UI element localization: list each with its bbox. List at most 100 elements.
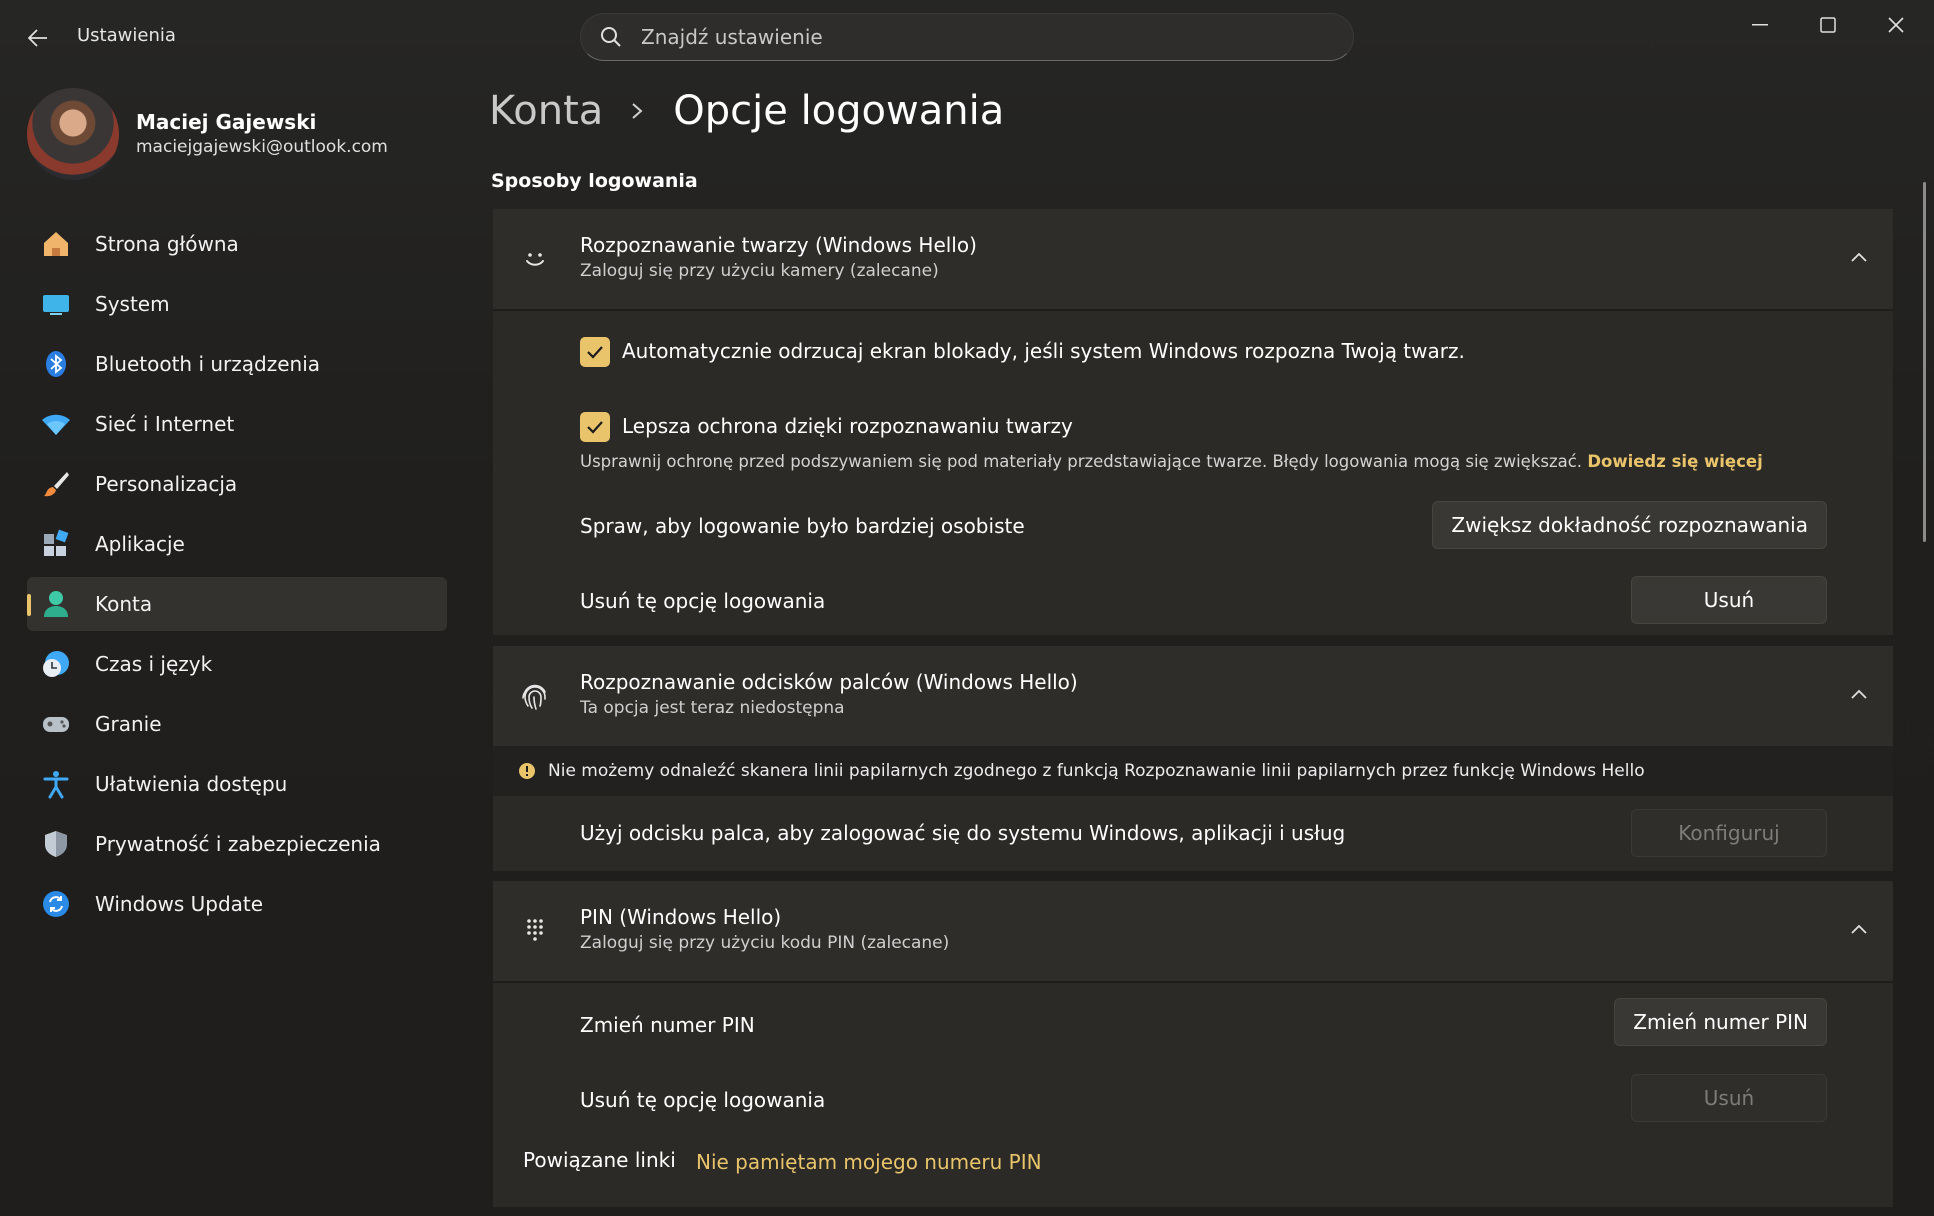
active-indicator (27, 594, 31, 616)
sidebar-item-privacy[interactable]: Prywatność i zabezpieczenia (27, 817, 447, 871)
search-box[interactable] (580, 13, 1354, 61)
remove-face-label: Usuń tę opcję logowania (580, 589, 826, 613)
scrollbar[interactable] (1923, 182, 1926, 542)
auto-dismiss-checkbox[interactable] (580, 337, 610, 367)
related-links-label: Powiązane linki (523, 1148, 676, 1172)
enhanced-protection-hint: Usprawnij ochronę przed podszywaniem się… (580, 452, 1763, 471)
sidebar-item-personalization[interactable]: Personalizacja (27, 457, 447, 511)
chevron-up-icon[interactable] (1849, 686, 1869, 702)
face-recognition-card: Rozpoznawanie twarzy (Windows Hello) Zal… (493, 209, 1893, 635)
breadcrumb-parent[interactable]: Konta (489, 88, 603, 134)
change-pin-button[interactable]: Zmień numer PIN (1614, 998, 1827, 1046)
pin-title: PIN (Windows Hello) (580, 905, 782, 929)
enhanced-protection-hint-text: Usprawnij ochronę przed podszywaniem się… (580, 452, 1583, 471)
sidebar-item-label: Strona główna (95, 232, 239, 256)
fingerprint-use-label: Użyj odcisku palca, aby zalogować się do… (580, 821, 1346, 845)
sidebar-item-label: System (95, 292, 170, 316)
page-title: Opcje logowania (673, 88, 1005, 134)
sidebar-item-label: Aplikacje (95, 532, 185, 556)
checkmark-icon (587, 421, 603, 434)
change-pin-label: Zmień numer PIN (580, 1013, 755, 1037)
sidebar-item-gaming[interactable]: Granie (27, 697, 447, 751)
sidebar-item-apps[interactable]: Aplikacje (27, 517, 447, 571)
pin-card: PIN (Windows Hello) Zaloguj się przy uży… (493, 881, 1893, 1207)
sidebar-item-label: Konta (95, 592, 153, 616)
sidebar-item-time-language[interactable]: Czas i język (27, 637, 447, 691)
sidebar-item-label: Bluetooth i urządzenia (95, 352, 320, 376)
fingerprint-header[interactable]: Rozpoznawanie odcisków palców (Windows H… (493, 646, 1893, 746)
wifi-icon (40, 408, 72, 440)
section-title: Sposoby logowania (491, 170, 698, 192)
title-bar: Ustawienia (0, 0, 1934, 74)
fingerprint-icon (522, 684, 546, 710)
sidebar-item-accounts[interactable]: Konta (27, 577, 447, 631)
sidebar-item-label: Czas i język (95, 652, 213, 676)
search-icon (601, 27, 621, 47)
account-icon (40, 588, 72, 620)
sidebar-item-accessibility[interactable]: Ułatwienia dostępu (27, 757, 447, 811)
update-icon (40, 888, 72, 920)
bluetooth-icon (40, 348, 72, 380)
search-input[interactable] (641, 25, 1321, 49)
fingerprint-warning-text: Nie możemy odnaleźć skanera linii papila… (548, 761, 1645, 781)
chevron-up-icon[interactable] (1849, 921, 1869, 937)
remove-face-button[interactable]: Usuń (1631, 576, 1827, 624)
gaming-icon (40, 708, 72, 740)
shield-icon (40, 828, 72, 860)
user-name: Maciej Gajewski (136, 110, 317, 134)
enhanced-protection-label: Lepsza ochrona dzięki rozpoznawaniu twar… (622, 414, 1073, 438)
sidebar-nav: Strona główna System Bluetooth i urządze… (27, 217, 447, 937)
avatar[interactable] (27, 88, 119, 180)
checkmark-icon (587, 346, 603, 359)
sidebar-item-network[interactable]: Sieć i Internet (27, 397, 447, 451)
fingerprint-warning: Nie możemy odnaleźć skanera linii papila… (493, 746, 1893, 796)
remove-pin-label: Usuń tę opcję logowania (580, 1088, 826, 1112)
brush-icon (40, 468, 72, 500)
auto-dismiss-label: Automatycznie odrzucaj ekran blokady, je… (622, 339, 1465, 363)
close-button[interactable] (1862, 0, 1930, 50)
face-recognition-subtitle: Zaloguj się przy użyciu kamery (zalecane… (580, 261, 939, 281)
sidebar-item-windows-update[interactable]: Windows Update (27, 877, 447, 931)
remove-pin-button[interactable]: Usuń (1631, 1074, 1827, 1122)
fingerprint-subtitle: Ta opcja jest teraz niedostępna (580, 698, 845, 718)
pin-body: Zmień numer PIN Zmień numer PIN Usuń tę … (493, 983, 1893, 1207)
forgot-pin-link[interactable]: Nie pamiętam mojego numeru PIN (696, 1150, 1042, 1174)
smile-face-icon (526, 253, 544, 266)
fingerprint-card: Rozpoznawanie odcisków palców (Windows H… (493, 646, 1893, 871)
sidebar-item-label: Sieć i Internet (95, 412, 235, 436)
sidebar-item-label: Windows Update (95, 892, 264, 916)
back-button[interactable] (20, 20, 56, 56)
apps-icon (40, 528, 72, 560)
pin-header[interactable]: PIN (Windows Hello) Zaloguj się przy uży… (493, 881, 1893, 981)
improve-recognition-button[interactable]: Zwiększ dokładność rozpoznawania (1432, 501, 1827, 549)
face-recognition-header[interactable]: Rozpoznawanie twarzy (Windows Hello) Zal… (493, 209, 1893, 309)
minimize-icon (1752, 24, 1768, 26)
configure-fingerprint-button[interactable]: Konfiguruj (1631, 809, 1827, 857)
warning-icon (519, 763, 535, 779)
sidebar-item-bluetooth[interactable]: Bluetooth i urządzenia (27, 337, 447, 391)
fingerprint-title: Rozpoznawanie odcisków palców (Windows H… (580, 670, 1078, 694)
face-recognition-title: Rozpoznawanie twarzy (Windows Hello) (580, 233, 977, 257)
pin-subtitle: Zaloguj się przy użyciu kodu PIN (zaleca… (580, 933, 950, 953)
back-arrow-icon (28, 29, 47, 47)
chevron-up-icon[interactable] (1849, 249, 1869, 265)
sidebar-item-home[interactable]: Strona główna (27, 217, 447, 271)
sidebar-item-label: Ułatwienia dostępu (95, 772, 288, 796)
minimize-button[interactable] (1726, 0, 1794, 50)
app-title: Ustawienia (77, 25, 176, 46)
chevron-right-icon (632, 103, 643, 119)
sidebar-item-system[interactable]: System (27, 277, 447, 331)
maximize-icon (1820, 17, 1836, 33)
learn-more-link[interactable]: Dowiedz się więcej (1587, 452, 1762, 471)
sidebar-item-label: Personalizacja (95, 472, 238, 496)
sidebar-item-label: Granie (95, 712, 162, 736)
keypad-icon (527, 919, 543, 941)
close-icon (1888, 17, 1904, 33)
maximize-button[interactable] (1794, 0, 1862, 50)
accessibility-icon (40, 768, 72, 800)
face-recognition-body: Automatycznie odrzucaj ekran blokady, je… (493, 311, 1893, 635)
settings-window: Ustawienia Maciej Gajewski maciejgajewsk… (0, 0, 1934, 1216)
enhanced-protection-checkbox[interactable] (580, 412, 610, 442)
breadcrumb: Konta Opcje logowania (489, 88, 1004, 134)
personal-signin-label: Spraw, aby logowanie było bardziej osobi… (580, 514, 1025, 538)
